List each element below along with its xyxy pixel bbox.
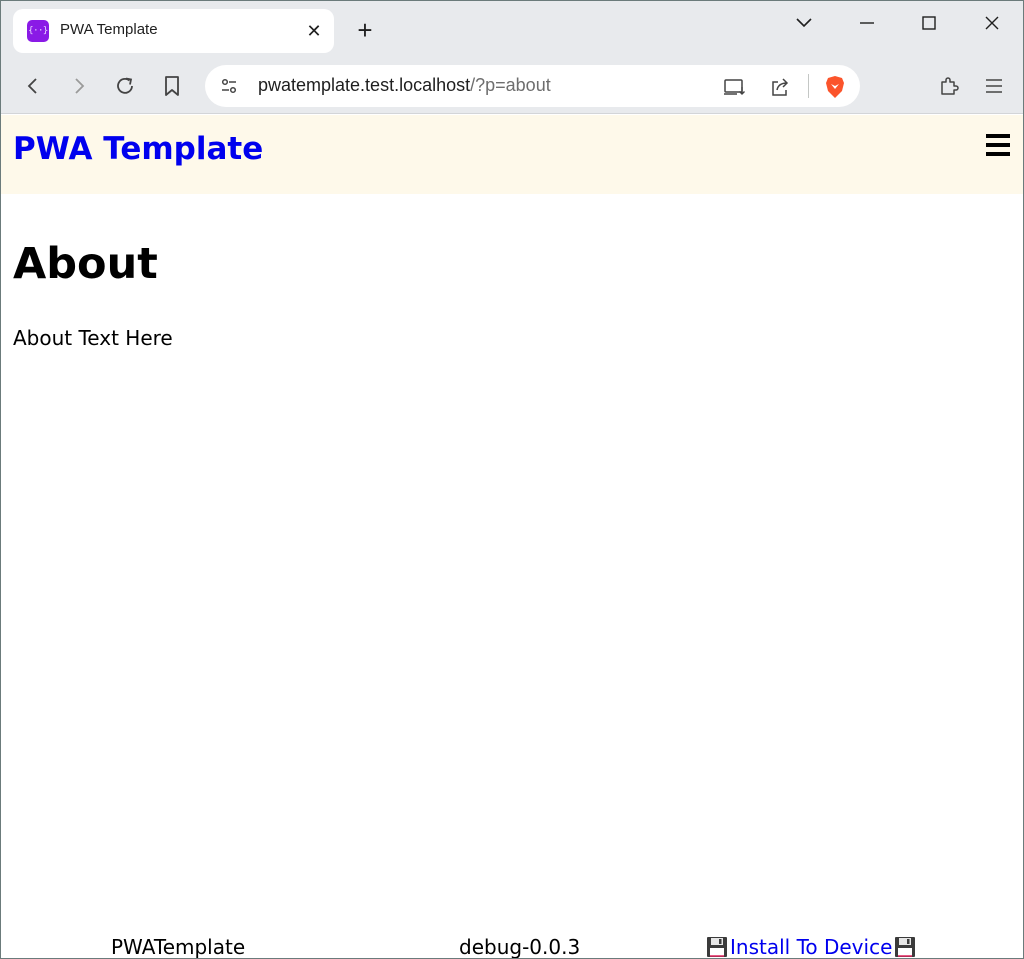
install-link[interactable]: Install To Device (730, 935, 892, 958)
browser-tab[interactable]: {··} PWA Template ✕ (13, 9, 334, 53)
tab-close-icon[interactable]: ✕ (302, 19, 326, 43)
maximize-icon[interactable] (909, 9, 949, 37)
about-text: About Text Here (13, 326, 173, 350)
url-host: pwatemplate.test.localhost (258, 75, 471, 95)
site-settings-icon[interactable] (219, 76, 239, 96)
install-button[interactable]: Install To Device (706, 935, 916, 958)
minimize-icon[interactable] (847, 9, 887, 37)
install-app-icon[interactable] (722, 74, 748, 100)
close-window-icon[interactable] (972, 9, 1012, 37)
tab-title: PWA Template (60, 21, 158, 38)
footer-version: debug-0.0.3 (459, 935, 581, 959)
browser-toolbar: pwatemplate.test.localhost/?p=about (1, 58, 1023, 114)
site-header: PWA Template (1, 115, 1023, 194)
page-viewport: PWA Template About About Text Here PWATe… (1, 115, 1023, 959)
tab-strip: {··} PWA Template ✕ + (1, 1, 1023, 58)
browser-window: {··} PWA Template ✕ + pwatemplate.test.l… (0, 0, 1024, 959)
page-heading: About (13, 239, 158, 289)
url-path: /?p=about (470, 75, 551, 95)
extensions-icon[interactable] (933, 70, 965, 102)
tab-search-icon[interactable] (784, 9, 824, 37)
address-bar[interactable]: pwatemplate.test.localhost/?p=about (205, 65, 860, 107)
omnibox-separator (808, 74, 809, 98)
favicon-icon: {··} (27, 20, 49, 42)
forward-arrow-icon[interactable] (63, 70, 95, 102)
brave-shield-icon[interactable] (822, 74, 848, 100)
new-tab-button[interactable]: + (351, 16, 379, 44)
bookmark-icon[interactable] (156, 70, 188, 102)
menu-icon[interactable] (978, 70, 1010, 102)
share-icon[interactable] (767, 74, 793, 100)
reload-icon[interactable] (109, 70, 141, 102)
back-arrow-icon[interactable] (17, 70, 49, 102)
url-text: pwatemplate.test.localhost/?p=about (258, 75, 551, 96)
site-title-link[interactable]: PWA Template (13, 131, 263, 167)
footer-app-name: PWATemplate (111, 935, 246, 959)
floppy-disk-icon (895, 937, 916, 957)
floppy-disk-icon (707, 937, 727, 957)
site-footer: PWATemplate debug-0.0.3 Install To Devic… (1, 933, 1023, 959)
hamburger-icon[interactable] (986, 134, 1010, 160)
